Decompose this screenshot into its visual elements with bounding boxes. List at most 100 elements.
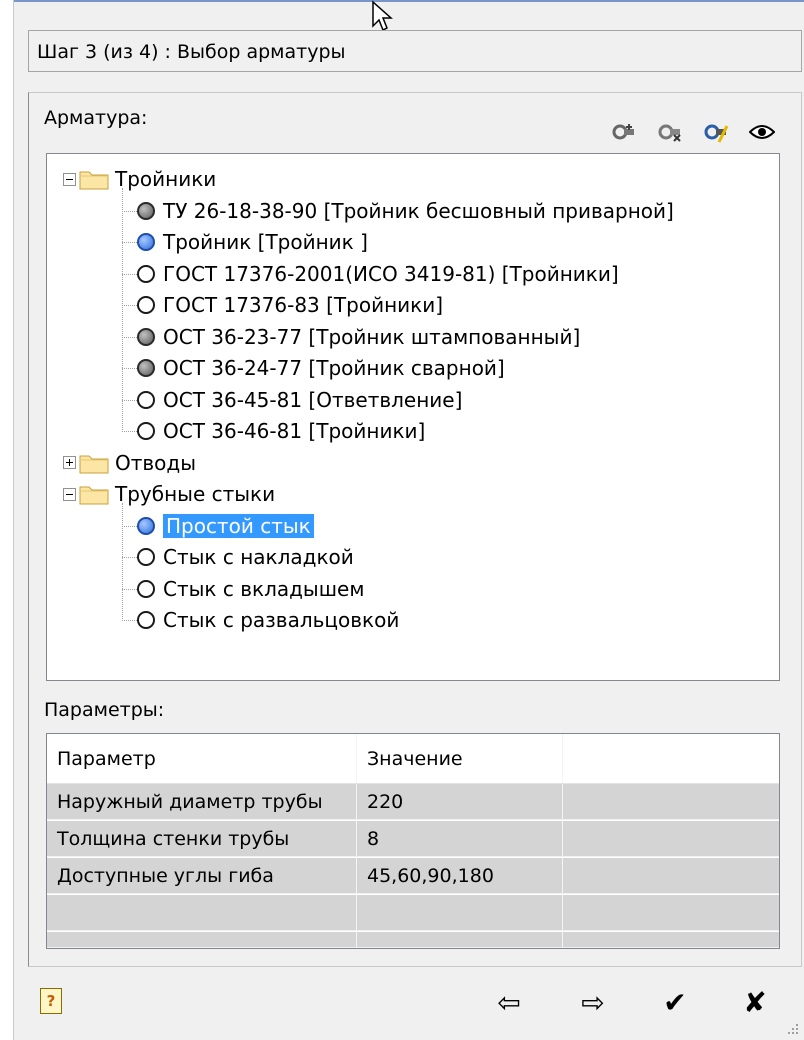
checkmark-icon: ✔ (663, 985, 687, 1019)
cancel-button[interactable]: ✘ (738, 985, 772, 1019)
param-name (47, 932, 357, 947)
table-row[interactable]: Толщина стенки трубы 8 (47, 821, 779, 857)
tree-group-label: Отводы (115, 450, 197, 475)
tree-connector (122, 525, 137, 527)
status-dot-icon (137, 611, 155, 629)
window-left-edge (0, 0, 14, 1040)
collapse-icon[interactable] (63, 172, 76, 186)
column-header-empty[interactable] (563, 734, 779, 783)
status-dot-icon (137, 359, 155, 377)
table-row[interactable]: Доступные углы гиба 45,60,90,180 (47, 858, 779, 894)
finish-button[interactable]: ✔ (658, 985, 692, 1019)
params-label: Параметры: (44, 699, 165, 721)
tree-connector (122, 399, 137, 401)
tree-item[interactable]: ОСТ 36-24-77 [Тройник сварной] (137, 353, 505, 383)
status-dot-icon (137, 548, 155, 566)
tree-connector (122, 210, 137, 212)
tree-connector (122, 336, 137, 338)
status-dot-icon (137, 233, 155, 251)
tree-item[interactable]: Стык с развальцовкой (137, 605, 399, 635)
forward-arrow-icon: ⇨ (581, 985, 605, 1019)
back-arrow-icon: ⇦ (497, 985, 521, 1019)
edit-fitting-icon[interactable] (702, 118, 730, 146)
tree-item-label: ОСТ 36-23-77 [Тройник штампованный] (163, 324, 581, 349)
param-name: Доступные углы гиба (47, 858, 357, 893)
tree-group[interactable]: Тройники (63, 164, 216, 194)
tree-connector (122, 503, 123, 621)
status-dot-icon (137, 516, 155, 535)
help-icon[interactable]: ? (40, 988, 62, 1014)
tree-item[interactable]: ТУ 26-18-38-90 [Тройник бесшовный привар… (137, 196, 674, 226)
tree-connector (122, 588, 137, 590)
tree-item[interactable]: Тройник [Тройник ] (137, 227, 368, 257)
tree-connector (122, 368, 137, 369)
param-value: 220 (357, 784, 563, 819)
tree-item-label: ТУ 26-18-38-90 [Тройник бесшовный привар… (163, 198, 674, 223)
mouse-cursor-icon (372, 0, 393, 32)
status-dot-icon (137, 327, 155, 346)
param-value (357, 932, 563, 947)
table-row[interactable] (47, 895, 779, 931)
tree-connector (122, 305, 137, 306)
tree-item[interactable]: Простой стык (137, 511, 314, 541)
status-dot-icon (137, 390, 155, 409)
tree-group[interactable]: Отводы (63, 448, 196, 478)
back-button[interactable]: ⇦ (492, 985, 526, 1019)
tree-item[interactable]: Стык с вкладышем (137, 574, 364, 604)
table-row[interactable] (47, 932, 779, 948)
tree-connector (122, 273, 137, 275)
folder-icon (79, 452, 109, 474)
tree-item[interactable]: ГОСТ 17376-2001(ИСО 3419-81) [Тройники] (137, 259, 619, 289)
tree-item[interactable]: ОСТ 36-46-81 [Тройники] (137, 416, 425, 446)
window-top-border (0, 0, 804, 12)
tree-item[interactable]: ОСТ 36-45-81 [Ответвление] (137, 385, 462, 415)
tree-item-label: ГОСТ 17376-2001(ИСО 3419-81) [Тройники] (163, 261, 619, 286)
params-table: Параметр Значение Наружный диаметр трубы… (46, 733, 780, 949)
param-extra (563, 895, 779, 930)
status-dot-icon (137, 579, 155, 598)
tree-item-label: Стык с накладкой (163, 545, 354, 569)
tree-connector (122, 242, 137, 243)
tree-item[interactable]: Стык с накладкой (137, 542, 354, 572)
tree-connector (122, 431, 137, 432)
status-dot-icon (137, 296, 155, 314)
tree-group-label: Тройники (115, 167, 217, 191)
param-name (47, 895, 357, 930)
forward-button[interactable]: ⇨ (576, 985, 610, 1019)
param-name: Толщина стенки трубы (47, 821, 357, 856)
tree-item-label: ОСТ 36-24-77 [Тройник сварной] (163, 356, 505, 380)
tree-item-label: Тройник [Тройник ] (163, 230, 368, 254)
table-row[interactable]: Наружный диаметр трубы 220 (47, 784, 779, 820)
column-header-parameter[interactable]: Параметр (47, 734, 357, 783)
tree-item-label: Простой стык (163, 513, 314, 538)
expand-icon[interactable] (63, 456, 76, 469)
tree-connector (122, 188, 123, 432)
tree-connector (122, 557, 137, 558)
tree-group[interactable]: Трубные стыки (63, 479, 275, 509)
tree-item[interactable]: ГОСТ 17376-83 [Тройники] (137, 290, 443, 320)
tree-item-label: ОСТ 36-46-81 [Тройники] (163, 419, 426, 443)
tree-connector (122, 620, 137, 621)
param-extra (563, 784, 779, 819)
tree-item-label: ГОСТ 17376-83 [Тройники] (163, 293, 444, 317)
status-dot-icon (137, 422, 155, 440)
collapse-icon[interactable] (63, 487, 76, 501)
tree-item[interactable]: ОСТ 36-23-77 [Тройник штампованный] (137, 322, 580, 352)
params-header-row: Параметр Значение (47, 734, 779, 784)
param-name: Наружный диаметр трубы (47, 784, 357, 819)
param-value (357, 895, 563, 930)
param-extra (563, 858, 779, 893)
armature-tree[interactable]: Тройники ТУ 26-18-38-90 [Тройник бесшовны… (46, 153, 780, 681)
status-dot-icon (137, 264, 155, 283)
folder-icon (79, 168, 109, 190)
step-title-box: Шаг 3 (из 4) : Выбор арматуры (28, 30, 802, 72)
view-icon[interactable] (748, 118, 776, 146)
add-fitting-icon[interactable] (610, 118, 638, 146)
column-header-value[interactable]: Значение (357, 734, 563, 783)
armature-toolbar (610, 118, 776, 146)
remove-fitting-icon[interactable] (656, 118, 684, 146)
status-dot-icon (137, 201, 155, 220)
param-value: 8 (357, 821, 563, 856)
folder-icon (79, 483, 109, 505)
resize-grip-icon[interactable] (786, 1022, 800, 1036)
